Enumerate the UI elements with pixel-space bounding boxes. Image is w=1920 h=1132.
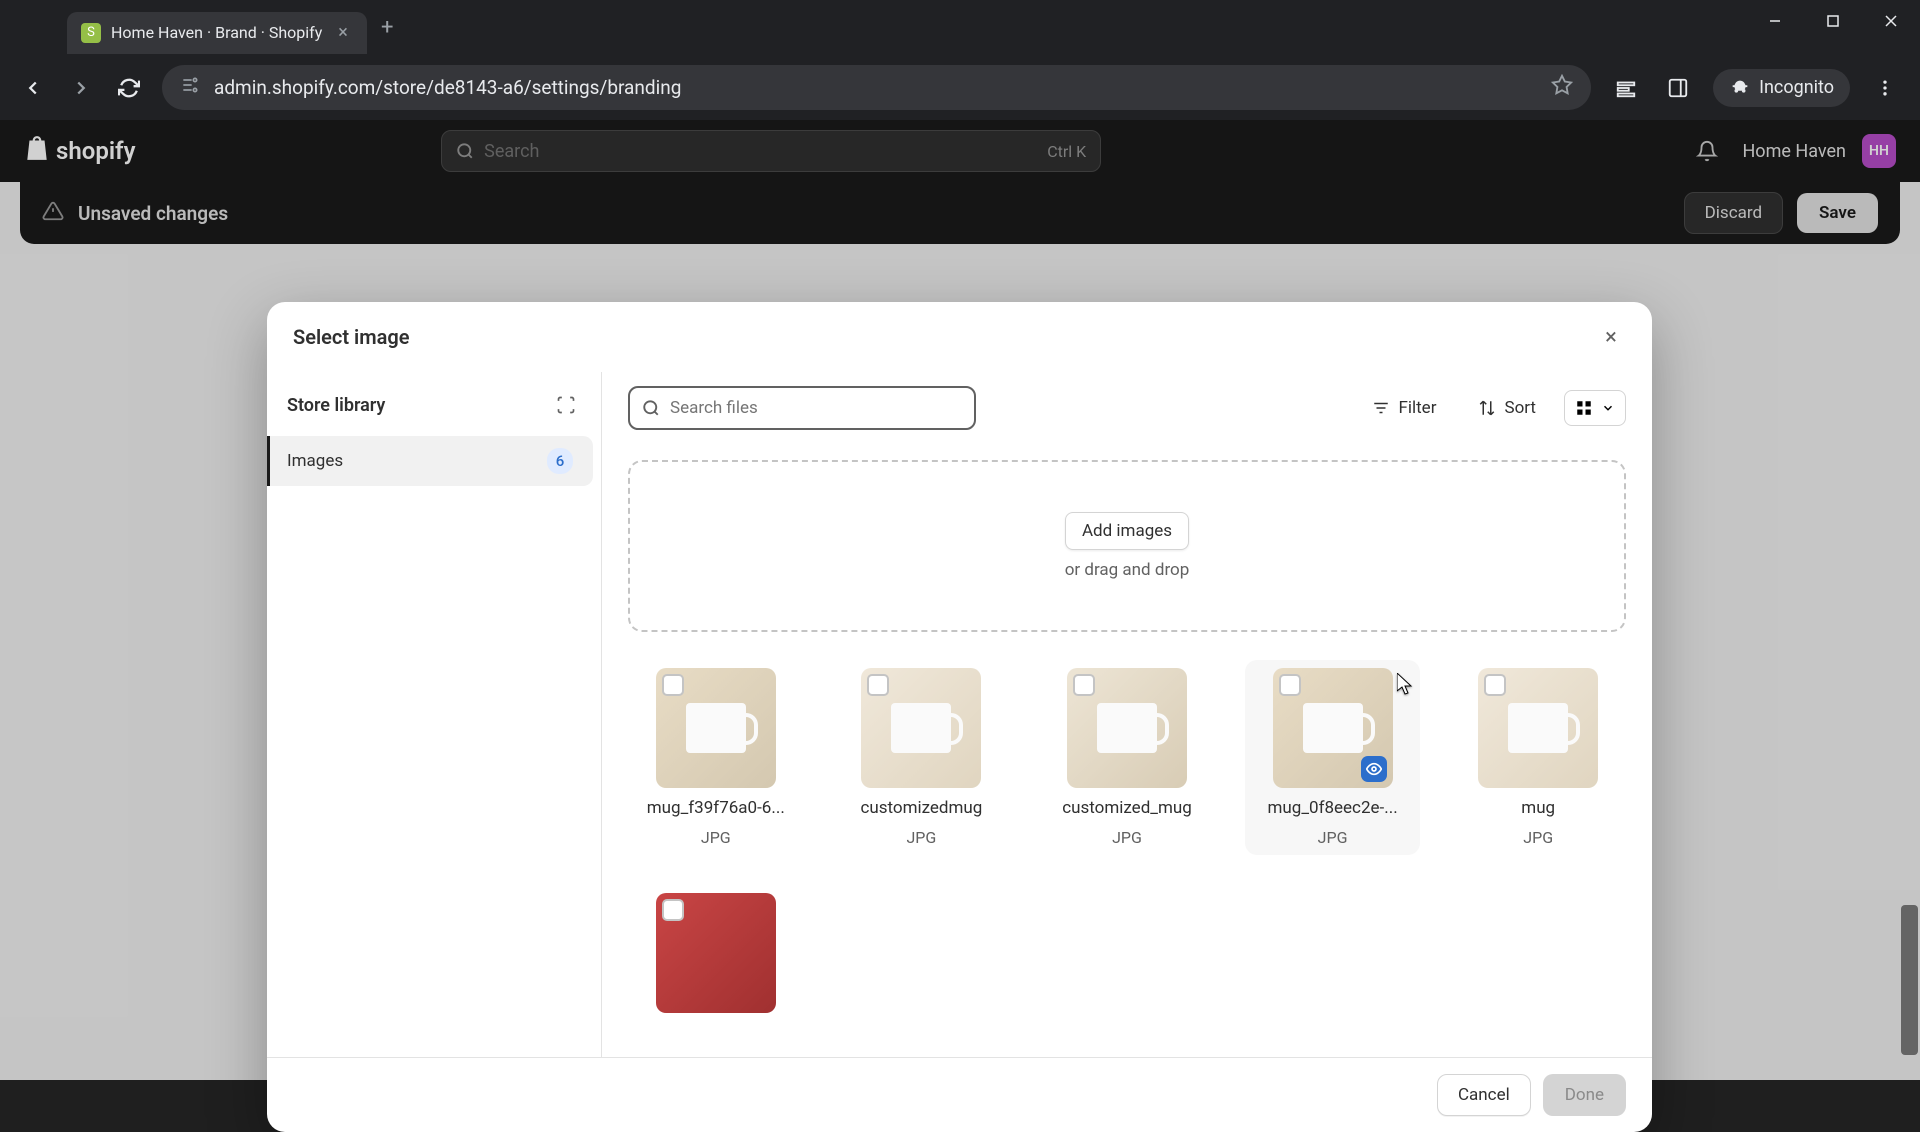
tab-title: Home Haven · Brand · Shopify: [111, 23, 323, 42]
dropzone[interactable]: Add images or drag and drop: [628, 460, 1626, 632]
incognito-icon: [1729, 77, 1751, 99]
add-images-button[interactable]: Add images: [1065, 512, 1189, 550]
shopify-favicon: S: [81, 23, 101, 43]
app-area: shopify Ctrl K Home Haven HH Unsaved cha…: [0, 120, 1920, 1080]
panel-icon[interactable]: [1661, 71, 1695, 105]
thumb-type: JPG: [1523, 828, 1553, 847]
thumb-type: JPG: [906, 828, 936, 847]
modal-header: Select image ×: [267, 302, 1652, 372]
browser-chrome: S Home Haven · Brand · Shopify × + admin…: [0, 0, 1920, 120]
preview-icon[interactable]: [1361, 756, 1387, 782]
image-thumb[interactable]: customized_mug JPG: [1039, 660, 1215, 855]
sort-icon: [1478, 399, 1496, 417]
checkbox[interactable]: [1484, 674, 1506, 696]
maximize-button[interactable]: [1804, 0, 1862, 42]
window-controls: [1746, 0, 1920, 42]
grid-icon: [1575, 399, 1593, 417]
thumb-type: JPG: [1112, 828, 1142, 847]
image-thumb[interactable]: [628, 885, 804, 1021]
menu-icon[interactable]: [1868, 71, 1902, 105]
thumb-type: JPG: [701, 828, 731, 847]
url-text: admin.shopify.com/store/de8143-a6/settin…: [214, 76, 1537, 99]
checkbox[interactable]: [662, 674, 684, 696]
cancel-button[interactable]: Cancel: [1437, 1074, 1531, 1116]
thumb-image: [1273, 668, 1393, 788]
thumb-name: mug_0f8eec2e-...: [1268, 798, 1398, 818]
close-icon[interactable]: ×: [1596, 322, 1626, 352]
filter-button[interactable]: Filter: [1358, 390, 1450, 426]
scan-icon[interactable]: [551, 390, 581, 420]
minimize-button[interactable]: [1746, 0, 1804, 42]
modal-title: Select image: [293, 325, 410, 349]
select-image-modal: Select image × Store library Images 6: [267, 302, 1652, 1132]
address-bar-row: admin.shopify.com/store/de8143-a6/settin…: [0, 55, 1920, 120]
tab-bar: S Home Haven · Brand · Shopify × +: [0, 0, 1920, 55]
checkbox[interactable]: [1073, 674, 1095, 696]
dropzone-hint: or drag and drop: [1065, 560, 1190, 580]
browser-tab[interactable]: S Home Haven · Brand · Shopify ×: [67, 12, 367, 54]
done-button: Done: [1543, 1074, 1626, 1116]
image-thumb[interactable]: customizedmug JPG: [834, 660, 1010, 855]
sort-button[interactable]: Sort: [1464, 390, 1550, 426]
thumb-name: customized_mug: [1062, 798, 1192, 818]
sidebar-item-count: 6: [547, 448, 573, 474]
modal-main: Filter Sort Add images or drag and drop: [602, 372, 1652, 1057]
bookmark-star-icon[interactable]: [1551, 74, 1573, 101]
thumb-type: JPG: [1318, 828, 1348, 847]
search-icon: [642, 399, 660, 417]
image-thumb[interactable]: mug JPG: [1450, 660, 1626, 855]
reload-button[interactable]: [114, 73, 144, 103]
image-thumb[interactable]: mug_f39f76a0-6... JPG: [628, 660, 804, 855]
modal-sidebar: Store library Images 6: [267, 372, 602, 1057]
thumb-name: mug: [1521, 798, 1555, 818]
image-grid: mug_f39f76a0-6... JPG customizedmug JPG …: [628, 660, 1626, 1021]
modal-footer: Cancel Done: [267, 1057, 1652, 1132]
modal-toolbar: Filter Sort: [602, 372, 1652, 444]
search-files[interactable]: [628, 386, 976, 430]
forward-button[interactable]: [66, 73, 96, 103]
new-tab-button[interactable]: +: [381, 15, 393, 40]
search-files-input[interactable]: [670, 398, 962, 418]
incognito-badge[interactable]: Incognito: [1713, 69, 1850, 107]
thumb-name: mug_f39f76a0-6...: [647, 798, 785, 818]
filter-icon: [1372, 399, 1390, 417]
back-button[interactable]: [18, 73, 48, 103]
thumb-name: customizedmug: [860, 798, 982, 818]
sidebar-title: Store library: [287, 395, 385, 416]
incognito-label: Incognito: [1759, 77, 1834, 98]
thumb-image: [1067, 668, 1187, 788]
modal-body: Store library Images 6 F: [267, 372, 1652, 1057]
site-settings-icon[interactable]: [180, 75, 200, 100]
view-toggle[interactable]: [1564, 390, 1626, 426]
thumb-image: [656, 893, 776, 1013]
image-thumb[interactable]: mug_0f8eec2e-... JPG: [1245, 660, 1421, 855]
thumb-image: [861, 668, 981, 788]
sidebar-item-images[interactable]: Images 6: [267, 436, 593, 486]
checkbox[interactable]: [867, 674, 889, 696]
modal-content: Add images or drag and drop mug_f39f76a0…: [602, 444, 1652, 1057]
thumb-image: [1478, 668, 1598, 788]
close-window-button[interactable]: [1862, 0, 1920, 42]
url-bar[interactable]: admin.shopify.com/store/de8143-a6/settin…: [162, 65, 1591, 110]
checkbox[interactable]: [1279, 674, 1301, 696]
thumb-image: [656, 668, 776, 788]
sort-label: Sort: [1504, 398, 1536, 418]
filter-label: Filter: [1398, 398, 1436, 418]
extensions-icon[interactable]: [1609, 71, 1643, 105]
checkbox[interactable]: [662, 899, 684, 921]
chevron-down-icon: [1601, 401, 1615, 415]
sidebar-item-label: Images: [287, 451, 343, 471]
close-tab-icon[interactable]: ×: [333, 22, 353, 43]
